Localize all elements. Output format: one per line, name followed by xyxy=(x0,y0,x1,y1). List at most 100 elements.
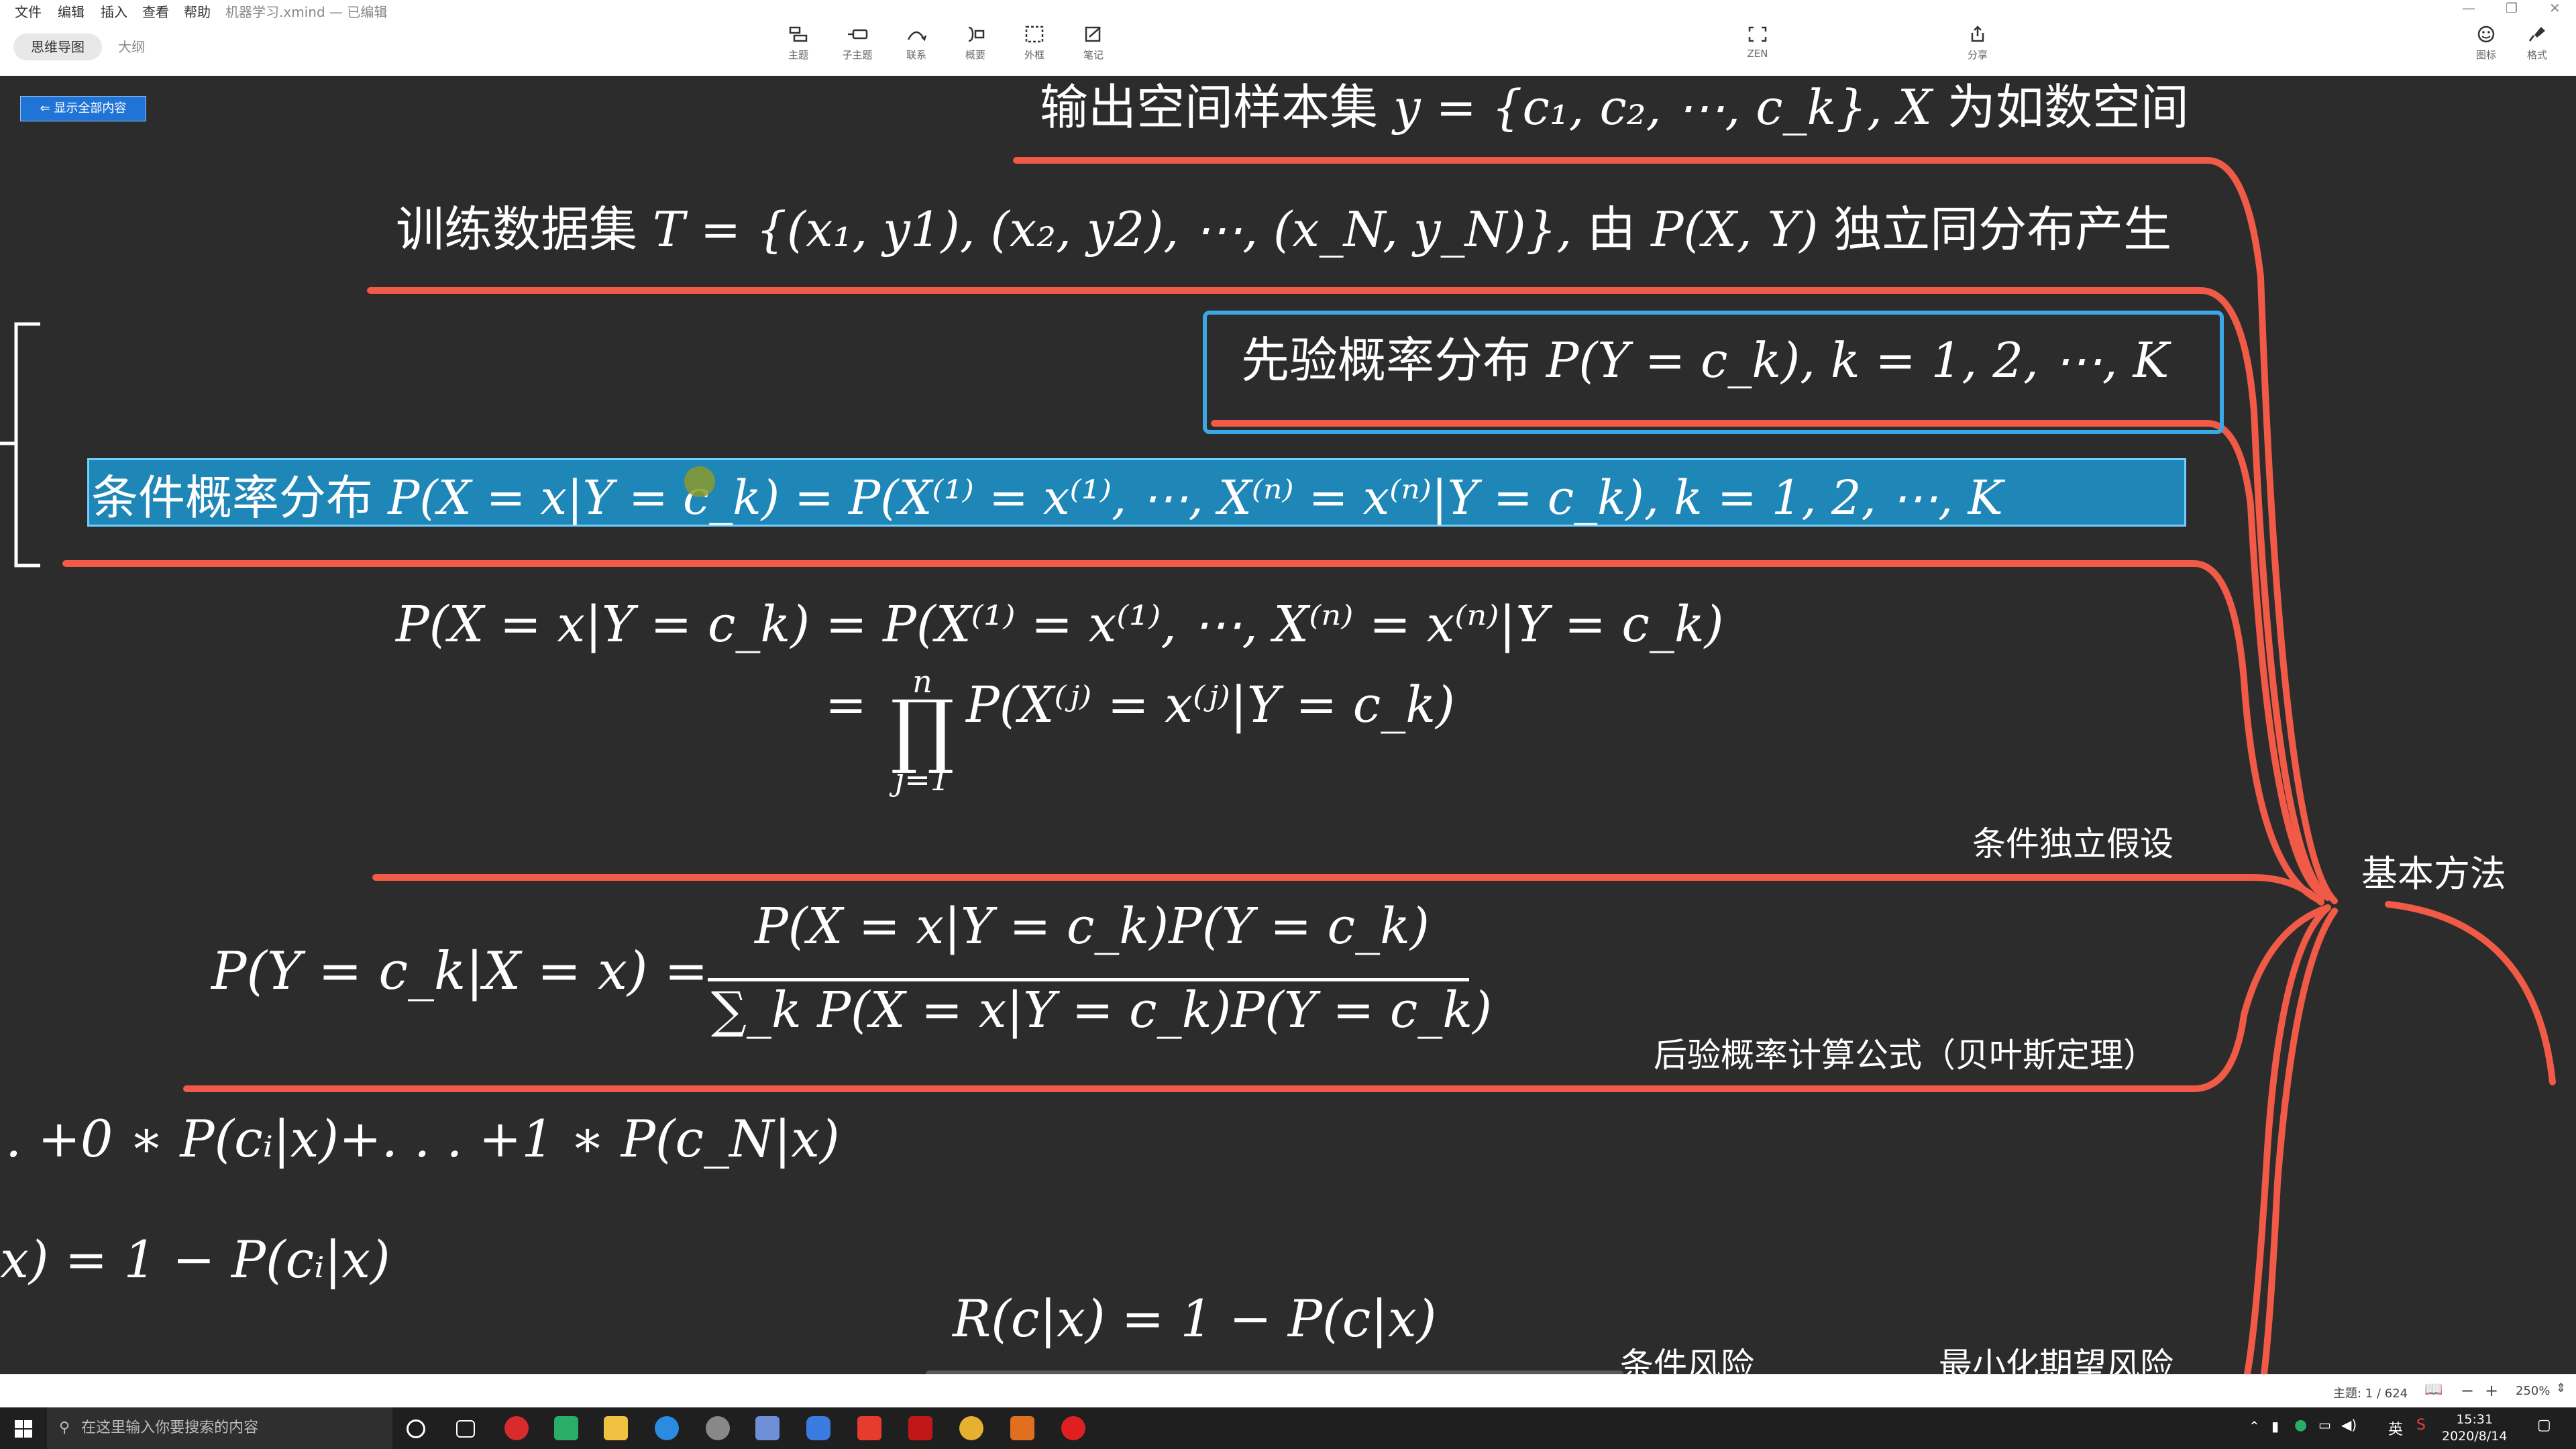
qq-icon[interactable] xyxy=(504,1416,529,1440)
taskbar: ⚲ 在这里输入你要搜索的内容 ⌃ ▮ ● ▭ ◀) 英 S 15:31 2020… xyxy=(0,1407,2576,1449)
windows-start-icon[interactable] xyxy=(15,1420,32,1438)
bayes-numerator-math: P(X = x|Y = c_k)P(Y = c_k) xyxy=(755,898,1430,955)
relationship-icon xyxy=(907,31,927,42)
topic-icon xyxy=(789,26,808,42)
topic-prior[interactable]: 先验概率分布 P(Y = c_k), k = 1, 2, ⋯, K xyxy=(1241,321,2169,391)
topic-independence-line1[interactable]: P(X = x|Y = c_k) = P(X⁽¹⁾ = x⁽¹⁾, ⋯, X⁽ⁿ… xyxy=(396,596,1724,653)
label-conditional-risk[interactable]: 条件风险 xyxy=(1620,1338,1754,1374)
toolbar: 思维导图 大纲 主题 子主题 联系 概要 外框 笔记 ZEN 分享 图标 格式 xyxy=(0,18,2576,76)
note-button-label: 笔记 xyxy=(1083,49,1104,61)
branch-bottom-b xyxy=(2261,908,2338,1374)
summary-bracket xyxy=(0,322,40,568)
taskbar-search-input[interactable]: ⚲ 在这里输入你要搜索的内容 xyxy=(47,1407,392,1449)
show-all-label: 显示全部内容 xyxy=(54,101,127,115)
zoom-out-button[interactable]: − xyxy=(2461,1381,2474,1400)
clock-time: 15:31 xyxy=(2456,1412,2493,1427)
topic-output-space[interactable]: 输出空间样本集 y = {c₁, c₂, ⋯, c_k}, X 为如数空间 xyxy=(1040,76,2189,138)
app-icon-blue[interactable] xyxy=(755,1416,780,1440)
icons-panel-label: 图标 xyxy=(2475,49,2496,61)
notification-icon[interactable]: ▢ xyxy=(2537,1417,2551,1434)
topic-conditional[interactable]: 条件概率分布 P(X = x|Y = c_k) = P(X⁽¹⁾ = x⁽¹⁾,… xyxy=(91,460,2003,528)
bayes-lhs[interactable]: P(Y = c_k|X = x) = xyxy=(211,941,708,1002)
relationship-button-label: 联系 xyxy=(906,49,926,61)
independence-line1-math: P(X = x|Y = c_k) = P(X⁽¹⁾ = x⁽¹⁾, ⋯, X⁽ⁿ… xyxy=(396,596,1724,653)
zoom-level[interactable]: 250% xyxy=(2516,1384,2550,1398)
risk-formula-math: R(c|x) = 1 − P(c|x) xyxy=(953,1289,1437,1348)
topic-training-set-math: T = {(x₁, y1), (x₂, y2), ⋯, (x_N, y_N)}, xyxy=(652,201,1572,258)
format-panel-button[interactable]: 格式 xyxy=(2510,22,2564,72)
book-icon[interactable]: 📖 xyxy=(2424,1381,2443,1398)
brush-icon xyxy=(2529,27,2545,42)
icons-panel-button[interactable]: 图标 xyxy=(2459,22,2513,72)
tray-ime-icon[interactable]: S xyxy=(2416,1417,2426,1434)
boundary-icon xyxy=(1025,25,1044,43)
smiley-icon xyxy=(2477,25,2495,43)
ime-language[interactable]: 英 xyxy=(2388,1417,2403,1439)
app-icon-orange[interactable] xyxy=(1010,1416,1034,1440)
close-icon[interactable]: ✕ xyxy=(2549,0,2561,16)
pdf-reader-icon[interactable] xyxy=(908,1416,932,1440)
bayes-numerator: P(X = x|Y = c_k)P(Y = c_k) xyxy=(755,898,1430,955)
fullscreen-icon xyxy=(1748,26,1767,42)
label-bayes-theorem[interactable]: 后验概率计算公式（贝叶斯定理） xyxy=(1654,1028,2157,1077)
branch-right xyxy=(2385,901,2556,1085)
subtopic-button-label: 子主题 xyxy=(842,49,873,61)
topic-button[interactable]: 主题 xyxy=(771,22,825,72)
tray-chevron-icon[interactable]: ⌃ xyxy=(2249,1418,2260,1434)
menu-bar: 文件 编辑 插入 查看 帮助 机器学习.xmind — 已编辑 — ❐ ✕ xyxy=(0,0,2576,20)
zen-button-label: ZEN xyxy=(1747,48,1768,60)
topic-partial-risk[interactable]: x) = 1 − P(cᵢ|x) xyxy=(0,1230,390,1289)
tab-outline[interactable]: 大纲 xyxy=(101,34,162,60)
minimize-icon[interactable]: — xyxy=(2462,0,2475,16)
share-button[interactable]: 分享 xyxy=(1951,22,2004,72)
wechat-icon[interactable] xyxy=(554,1416,578,1440)
tray-wechat-icon[interactable]: ● xyxy=(2294,1417,2307,1434)
screen-recorder-icon[interactable] xyxy=(1061,1416,1085,1440)
bayes-lhs-math: P(Y = c_k|X = x) = xyxy=(211,941,708,1002)
zen-button[interactable]: ZEN xyxy=(1731,22,1784,72)
mindmap-canvas[interactable]: ⇐ 显示全部内容 输出空间样本集 y = {c₁, c₂, ⋯, c_k}, X… xyxy=(0,76,2576,1374)
topic-training-set-tail: 独立同分布产生 xyxy=(1833,201,2172,258)
boundary-button-label: 外框 xyxy=(1024,49,1044,61)
bayes-denominator: ∑_k P(X = x|Y = c_k)P(Y = c_k) xyxy=(711,981,1492,1039)
zoom-in-button[interactable]: + xyxy=(2485,1381,2498,1400)
topic-risk-formula[interactable]: R(c|x) = 1 − P(c|x) xyxy=(953,1289,1436,1348)
taskbar-clock[interactable]: 15:31 2020/8/14 xyxy=(2442,1411,2507,1445)
product-symbol-icon: ∏ xyxy=(890,684,955,777)
boundary-button[interactable]: 外框 xyxy=(1008,22,1061,72)
show-all-content-button[interactable]: ⇐ 显示全部内容 xyxy=(20,96,146,121)
tray-volume-icon[interactable]: ◀) xyxy=(2341,1417,2357,1433)
tray-usb-icon[interactable]: ▮ xyxy=(2271,1418,2279,1434)
topic-prior-cn: 先验概率分布 xyxy=(1241,332,1532,388)
chrome-icon[interactable] xyxy=(959,1416,983,1440)
subtopic-button[interactable]: 子主题 xyxy=(830,22,884,72)
status-bar: 主题: 1 / 624 📖 − + 250% ⇕ xyxy=(0,1374,2576,1408)
restore-icon[interactable]: ❐ xyxy=(2506,0,2518,16)
zoom-stepper-icon[interactable]: ⇕ xyxy=(2556,1381,2566,1395)
label-minimize-expected-risk[interactable]: 最小化期望风险 xyxy=(1939,1338,2174,1374)
tray-network-icon[interactable]: ▭ xyxy=(2318,1417,2331,1433)
app-icon-circle[interactable] xyxy=(706,1416,730,1440)
task-view-icon[interactable] xyxy=(456,1420,475,1438)
partial-risk-math: x) = 1 − P(cᵢ|x) xyxy=(0,1230,390,1289)
topic-partial-expected-loss[interactable]: . +0 ∗ P(cᵢ|x)+. . . +1 ∗ P(c_N|x) xyxy=(5,1109,840,1169)
summary-button-label: 概要 xyxy=(965,49,985,61)
file-explorer-icon[interactable] xyxy=(604,1416,628,1440)
topic-training-set-cn: 训练数据集 xyxy=(396,201,638,258)
partial-expected-loss-math: . +0 ∗ P(cᵢ|x)+. . . +1 ∗ P(c_N|x) xyxy=(5,1109,840,1169)
topic-conditional-cn: 条件概率分布 xyxy=(91,470,373,525)
topic-count: 主题: 1 / 624 xyxy=(2333,1387,2408,1401)
meeting-app-icon[interactable] xyxy=(806,1416,830,1440)
topic-training-set[interactable]: 训练数据集 T = {(x₁, y1), (x₂, y2), ⋯, (x_N, … xyxy=(396,190,2171,260)
edge-icon[interactable] xyxy=(655,1416,679,1440)
search-icon: ⚲ xyxy=(59,1419,70,1436)
topic-basic-method[interactable]: 基本方法 xyxy=(2361,844,2506,897)
xmind-app-icon[interactable] xyxy=(857,1416,881,1440)
tab-mindmap[interactable]: 思维导图 xyxy=(13,34,102,60)
summary-button[interactable]: 概要 xyxy=(949,22,1002,72)
note-button[interactable]: 笔记 xyxy=(1067,22,1120,72)
cortana-icon[interactable] xyxy=(407,1419,425,1438)
relationship-button[interactable]: 联系 xyxy=(890,22,943,72)
label-conditional-independence[interactable]: 条件独立假设 xyxy=(1972,817,2174,865)
branch-output-space xyxy=(1013,157,2338,904)
